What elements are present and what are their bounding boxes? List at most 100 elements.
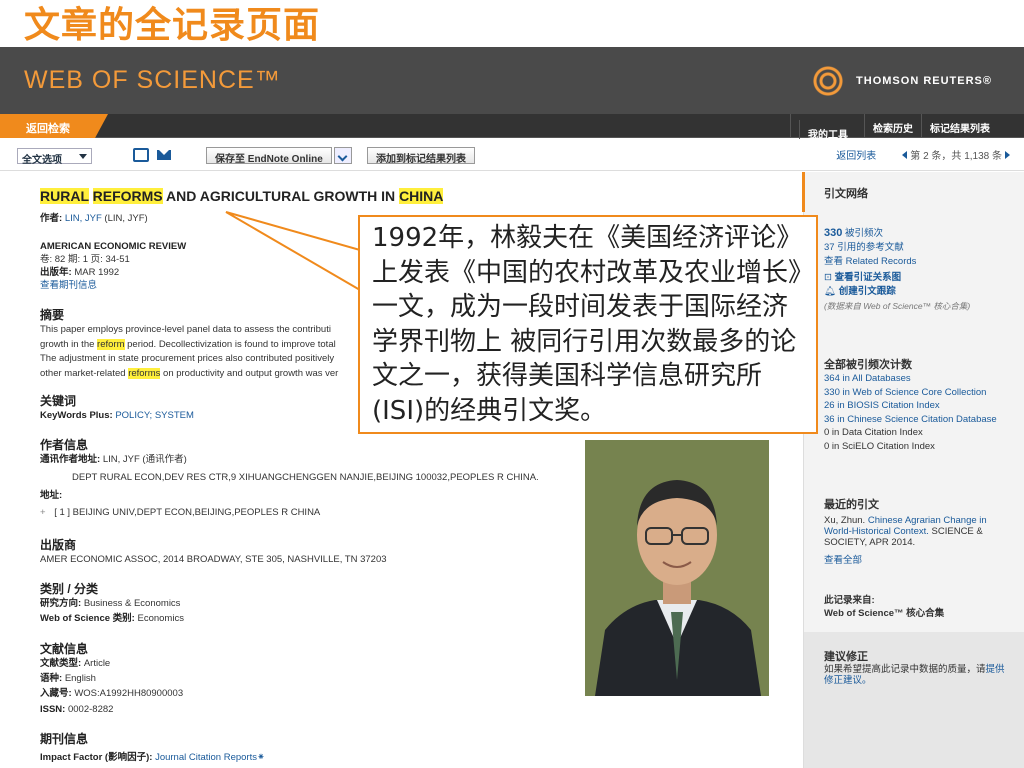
prev-record-icon[interactable] (902, 151, 908, 159)
count-wos-core[interactable]: 330 in Web of Science Core Collection (824, 386, 1014, 400)
wos-category-line: Web of Science 类别: Economics (40, 612, 184, 625)
wos-category-label: Web of Science 类别: (40, 613, 135, 624)
title-text: AND AGRICULTURAL GROWTH IN (162, 188, 400, 204)
paging-text: 第 2 条，共 1,138 条 (910, 151, 1002, 162)
record-from-value: Web of Science™ 核心合集 (824, 608, 945, 619)
full-text-options-dropdown[interactable]: 全文选项 (17, 148, 92, 166)
suggest-correction-heading: 建议修正 (824, 651, 868, 663)
research-area-line: 研究方向: Business & Economics (40, 597, 180, 610)
keywords-links[interactable]: POLICY; SYSTEM (115, 410, 194, 421)
doctype-value: Article (83, 658, 111, 669)
top-nav: 返回检索 我的工具 ▾ 检索历史 标记结果列表 (0, 114, 1024, 170)
research-label: 研究方向: (40, 598, 82, 609)
save-options-dropdown[interactable] (334, 147, 352, 164)
portrait-illustration (585, 440, 769, 696)
journal-name: AMERICAN ECONOMIC REVIEW (40, 241, 187, 252)
language-value: English (64, 673, 96, 684)
wos-logo[interactable]: WEB OF SCIENCE™ (24, 66, 281, 95)
document-info-heading: 文献信息 (40, 642, 89, 656)
suggest-correction-text: 如果希望提高此记录中数据的质量，请提供修正建议。 (824, 664, 1009, 686)
thomson-reuters-logo: THOMSON REUTERS® (808, 65, 992, 97)
next-record-icon[interactable] (1005, 151, 1010, 159)
volume-line: 卷: 82 期: 1 页: 34-51 (40, 254, 130, 265)
cited-references-link[interactable]: 37 引用的参考文献 (824, 241, 970, 255)
count-cscd[interactable]: 36 in Chinese Science Citation Database (824, 413, 1014, 427)
address-label-text: 地址: (40, 490, 63, 501)
citation-alert-link[interactable]: 创建引文跟踪 (839, 286, 896, 297)
author-label: 作者: (40, 213, 63, 224)
bell-icon[interactable]: 🔔︎ (824, 286, 836, 297)
nav-right: 我的工具 ▾ 检索历史 标记结果列表 (790, 114, 998, 170)
impact-label: Impact Factor (影响因子): (40, 752, 153, 763)
toolbar: 全文选项 保存至 EndNote Online 添加到标记结果列表 返回列表 第… (0, 139, 1024, 171)
issn-value: 0002-8282 (67, 704, 114, 715)
journal-info-link[interactable]: 查看期刊信息 (40, 279, 186, 292)
annotation-callout: 1992年，林毅夫在《美国经济评论》上发表《中国的农村改革及农业增长》一文，成为… (358, 215, 818, 434)
print-icon[interactable] (133, 148, 149, 162)
wos-category-value: Economics (137, 613, 184, 624)
citation-map-link[interactable]: 查看引证关系图 (835, 272, 902, 283)
issn-label: ISSN: (40, 704, 66, 715)
save-to-endnote-button[interactable]: 保存至 EndNote Online (206, 147, 332, 165)
abstract-fragment: period. Decollectivization is found to i… (124, 338, 336, 350)
nav-search-history[interactable]: 检索历史 (864, 114, 921, 138)
corresponding-author: LIN, JYF (通讯作者) (102, 454, 187, 465)
issn-line: ISSN: 0002-8282 (40, 703, 113, 716)
abstract-highlight: reform (97, 338, 125, 350)
article-title: RURAL REFORMS AND AGRICULTURAL GROWTH IN… (40, 188, 444, 204)
nav-marked-list[interactable]: 标记结果列表 (921, 114, 998, 138)
email-icon[interactable] (157, 150, 171, 160)
impact-factor-line: Impact Factor (影响因子): Journal Citation R… (40, 751, 265, 764)
citation-sidebar: 引文网络 330 被引频次 37 引用的参考文献 查看 Related Reco… (804, 172, 1024, 768)
author-info-heading: 作者信息 (40, 438, 89, 452)
all-counts-heading: 全部被引频次计数 (824, 359, 912, 371)
count-data-citation: 0 in Data Citation Index (824, 427, 923, 438)
add-to-marked-list-button[interactable]: 添加到标记结果列表 (367, 147, 475, 165)
data-source-note: (数据来自 Web of Science™ 核心合集) (824, 301, 971, 311)
recent-citation: Xu, Zhun. Chinese Agrarian Change in Wor… (824, 515, 1009, 548)
times-cited-label[interactable]: 被引频次 (842, 228, 883, 239)
count-biosis[interactable]: 26 in BIOSIS Citation Index (824, 399, 1014, 413)
author-link[interactable]: LIN, JYF (65, 213, 102, 224)
keywords-label: KeyWords Plus: (40, 410, 113, 421)
related-records-link[interactable]: 查看 Related Records (824, 255, 970, 269)
language-label: 语种: (40, 673, 63, 684)
record-from-label: 此记录来自: (824, 595, 875, 606)
journal-block: AMERICAN ECONOMIC REVIEW 卷: 82 期: 1 页: 3… (40, 240, 186, 292)
record-pager: 返回列表 第 2 条，共 1,138 条 (836, 147, 1010, 162)
keywords-heading: 关键词 (40, 394, 77, 408)
author-portrait (585, 440, 769, 696)
view-all-link[interactable]: 查看全部 (824, 554, 862, 567)
accession-label: 入藏号: (40, 688, 72, 699)
publisher-value: AMER ECONOMIC ASSOC, 2014 BROADWAY, STE … (40, 554, 387, 565)
expand-plus-icon[interactable]: + (40, 507, 46, 518)
language-line: 语种: English (40, 672, 96, 685)
abstract-highlight: reforms (128, 367, 161, 379)
back-to-list-link[interactable]: 返回列表 (836, 147, 876, 162)
address-value: [ 1 ] BEIJING UNIV,DEPT ECON,BEIJING,PEO… (54, 507, 321, 518)
jcr-link[interactable]: Journal Citation Reports (155, 752, 257, 763)
abstract-fragment: growth in the (40, 338, 98, 350)
abstract-fragment: on productivity and output growth was ve… (160, 367, 339, 379)
recent-citation-author: Xu, Zhun. (824, 515, 866, 526)
citation-network-heading: 引文网络 (824, 188, 868, 200)
accession-value: WOS:A1992HH80900003 (74, 688, 184, 699)
recent-citations-heading: 最近的引文 (824, 499, 879, 511)
corresponding-address-line: 通讯作者地址: LIN, JYF (通讯作者) (40, 453, 187, 466)
abstract-fragment: other market-related (40, 367, 129, 379)
external-link-icon[interactable]: ⁕ (257, 752, 265, 763)
chevron-down-icon (79, 154, 87, 159)
abstract-heading: 摘要 (40, 308, 65, 322)
citation-map-icon[interactable]: ⊡ (824, 272, 832, 283)
category-heading: 类别 / 分类 (40, 582, 99, 596)
title-highlight-rural: RURAL (40, 188, 89, 204)
partner-name: THOMSON REUTERS® (856, 75, 992, 87)
count-all-databases[interactable]: 364 in All Databases (824, 372, 1014, 386)
full-text-options-label: 全文选项 (22, 155, 62, 166)
back-to-search-tab[interactable]: 返回检索 (0, 114, 108, 138)
times-cited-count[interactable]: 330 (824, 227, 842, 239)
year-value: MAR 1992 (74, 267, 120, 278)
suggest-text: 如果希望提高此记录中数据的质量，请 (824, 664, 986, 675)
thomson-reuters-logo-icon (808, 65, 849, 97)
nav-my-tools[interactable]: 我的工具 ▾ (790, 114, 864, 170)
